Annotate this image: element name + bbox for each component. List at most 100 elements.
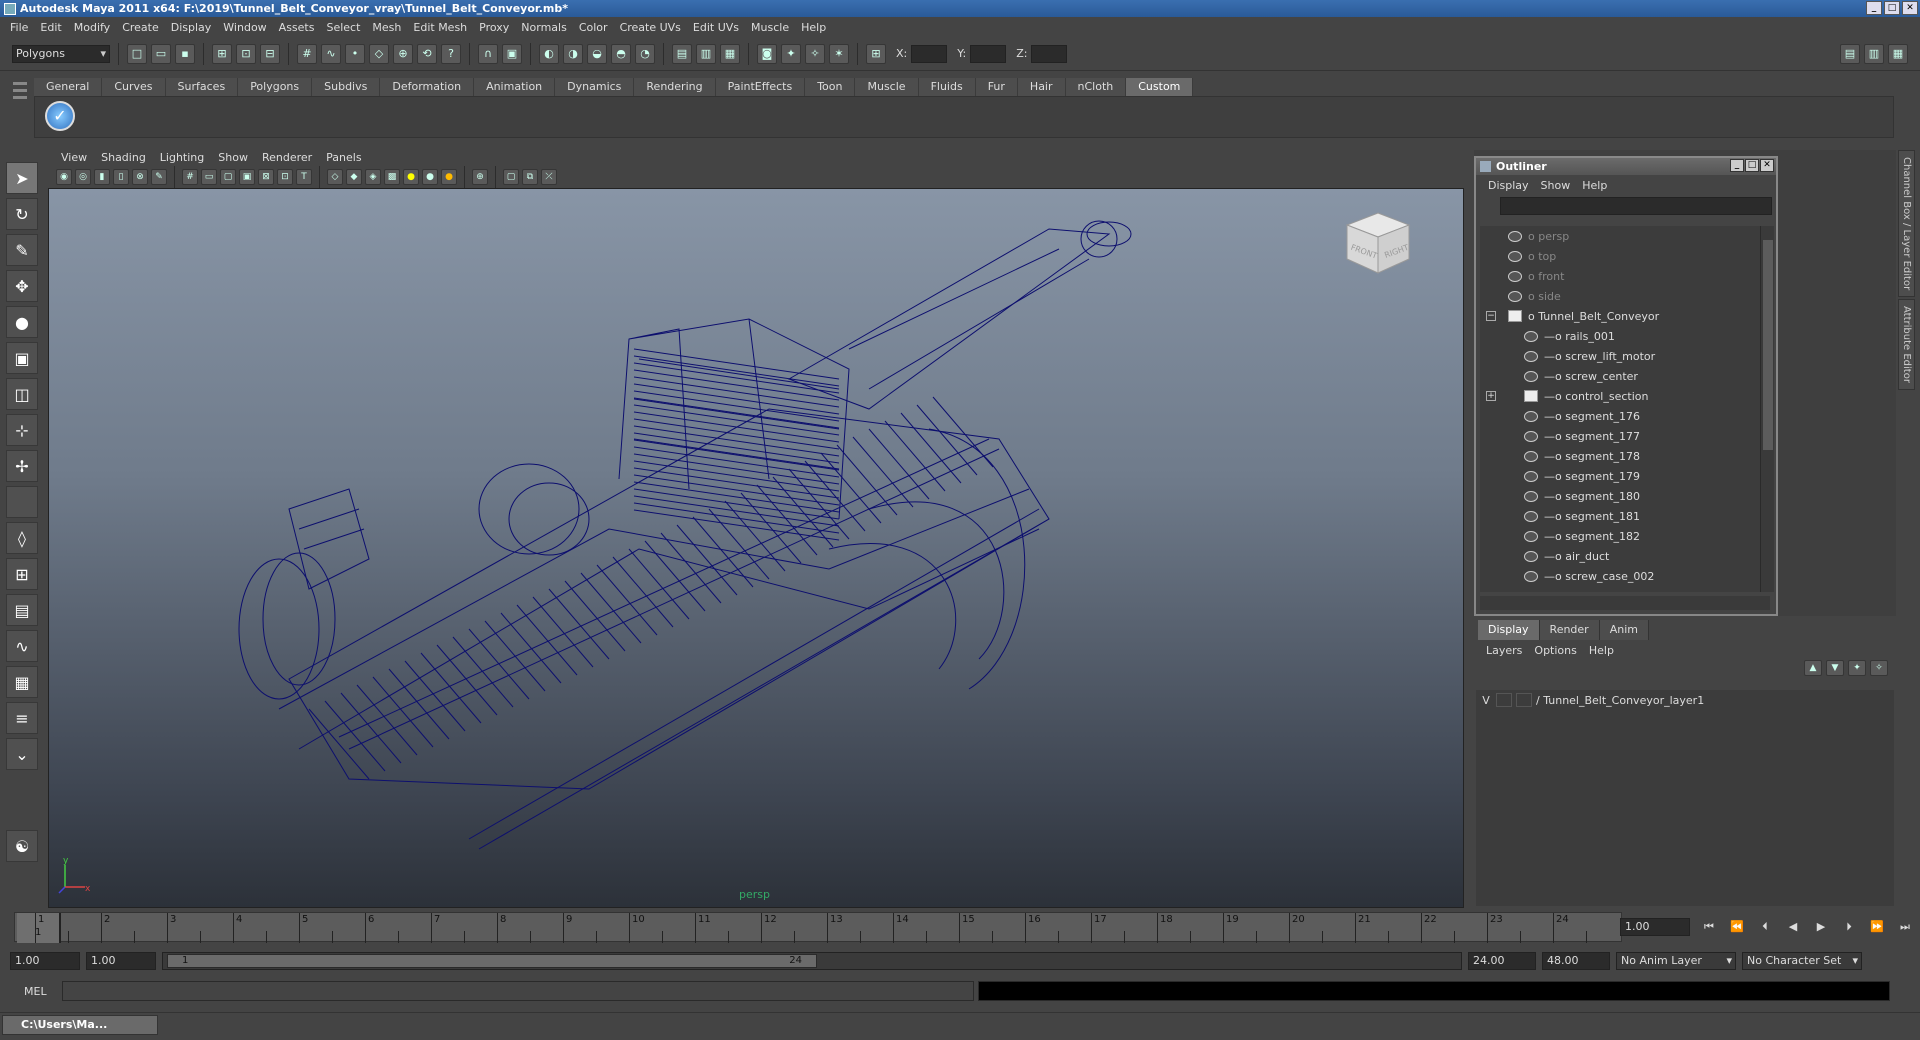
outliner-close-button[interactable]: ✕: [1760, 159, 1774, 172]
outliner-item[interactable]: − o Tunnel_Belt_Conveyor: [1480, 306, 1760, 326]
maximize-button[interactable]: □: [1884, 1, 1900, 15]
menu-mesh[interactable]: Mesh: [366, 21, 407, 34]
channel-box-toggle-icon[interactable]: ▦: [1888, 43, 1908, 64]
step-back-key-icon[interactable]: ⏴: [1754, 918, 1776, 936]
viewport-menu-lighting[interactable]: Lighting: [153, 151, 211, 164]
shelf-tab-rendering[interactable]: Rendering: [634, 78, 716, 96]
render-frame-icon[interactable]: ◐: [539, 43, 559, 64]
layer-tab-render[interactable]: Render: [1539, 620, 1600, 640]
minimized-window-button[interactable]: C:\Users\Ma...: [2, 1015, 158, 1035]
layer-menu-layers[interactable]: Layers: [1480, 644, 1528, 657]
command-language-label[interactable]: MEL: [10, 985, 58, 998]
playback-start-field[interactable]: 1.00: [86, 952, 156, 970]
menu-edit-mesh[interactable]: Edit Mesh: [407, 21, 473, 34]
menu-normals[interactable]: Normals: [515, 21, 573, 34]
move-layer-up-icon[interactable]: ▲: [1804, 660, 1822, 676]
checkmark-shelf-icon[interactable]: ✓: [45, 101, 75, 131]
history-icon[interactable]: ⟲: [417, 43, 437, 64]
select-camera-icon[interactable]: ◉: [56, 169, 72, 185]
side-tab-channel-box-layer-editor[interactable]: Channel Box / Layer Editor: [1898, 150, 1915, 298]
command-input[interactable]: [61, 981, 974, 1001]
input-line-icon[interactable]: ▤: [672, 43, 692, 64]
lights-icon[interactable]: ✦: [781, 43, 801, 64]
shelf-tab-dynamics[interactable]: Dynamics: [555, 78, 635, 96]
isolate-select-icon[interactable]: ⊕: [472, 169, 488, 185]
menu-create[interactable]: Create: [116, 21, 165, 34]
go-to-start-icon[interactable]: ⏮: [1698, 918, 1720, 936]
universal-manip-icon[interactable]: ◫: [6, 378, 38, 410]
layer-template-toggle[interactable]: [1496, 693, 1512, 707]
layer-tab-anim[interactable]: Anim: [1599, 620, 1649, 640]
transform-field-icon[interactable]: ⊞: [866, 43, 886, 64]
new-layer-selected-icon[interactable]: ✧: [1870, 660, 1888, 676]
outliner-item[interactable]: —o air_duct: [1480, 546, 1760, 566]
shelf-tab-subdivs[interactable]: Subdivs: [312, 78, 381, 96]
play-backward-icon[interactable]: ◀: [1782, 918, 1804, 936]
tool-settings-toggle-icon[interactable]: ▥: [1864, 43, 1884, 64]
layer-color-swatch[interactable]: [1516, 693, 1532, 707]
show-manip-icon[interactable]: ✢: [6, 450, 38, 482]
expand-toggle-icon[interactable]: +: [1486, 391, 1496, 401]
menu-create-uvs[interactable]: Create UVs: [614, 21, 687, 34]
menu-window[interactable]: Window: [217, 21, 272, 34]
shelf-tab-hair[interactable]: Hair: [1017, 78, 1066, 96]
hypershade-icon[interactable]: ◓: [611, 43, 631, 64]
playback-end-field[interactable]: 24.00: [1468, 952, 1536, 970]
menu-color[interactable]: Color: [573, 21, 614, 34]
save-scene-icon[interactable]: ▪: [175, 43, 195, 64]
outliner-item[interactable]: —o segment_179: [1480, 466, 1760, 486]
shelf-tab-toon[interactable]: Toon: [805, 78, 856, 96]
hypershade-layout-icon[interactable]: ▦: [6, 666, 38, 698]
menu-modify[interactable]: Modify: [68, 21, 116, 34]
menu-proxy[interactable]: Proxy: [473, 21, 515, 34]
snap-plane-icon[interactable]: ◇: [369, 43, 389, 64]
time-slider[interactable]: 1 1 2 3 4 5 6 7 8 9 10 11 12 13 14 15 16 17 18 19 20 21 22 23 2…: [14, 912, 1622, 943]
paint-select-tool-icon[interactable]: ✎: [6, 234, 38, 266]
y-field[interactable]: [970, 44, 1007, 63]
outliner-maximize-button[interactable]: □: [1745, 159, 1759, 172]
help-icon[interactable]: ?: [441, 43, 461, 64]
select-hierarchy-icon[interactable]: ⊞: [212, 43, 232, 64]
lasso-tool-icon[interactable]: ↻: [6, 198, 38, 230]
outliner-item[interactable]: —o segment_182: [1480, 526, 1760, 546]
viewport-menu-shading[interactable]: Shading: [94, 151, 153, 164]
shadows-icon[interactable]: ●: [441, 169, 457, 185]
outliner-hscrollbar[interactable]: [1480, 596, 1770, 610]
textured-icon[interactable]: ▩: [384, 169, 400, 185]
render-view-icon[interactable]: ▣: [502, 43, 522, 64]
all-lights-icon[interactable]: ●: [422, 169, 438, 185]
graph-persp-layout-icon[interactable]: ∿: [6, 630, 38, 662]
play-forward-icon[interactable]: ▶: [1810, 918, 1832, 936]
shelf-tab-polygons[interactable]: Polygons: [238, 78, 313, 96]
rotate-tool-icon[interactable]: ●: [6, 306, 38, 338]
step-forward-key-icon[interactable]: ⏵: [1838, 918, 1860, 936]
current-frame-field[interactable]: 1.00: [1620, 918, 1690, 936]
layer-menu-options[interactable]: Options: [1528, 644, 1582, 657]
shelf-tab-curves[interactable]: Curves: [102, 78, 166, 96]
vray-icon[interactable]: ◔: [635, 43, 655, 64]
four-pane-layout-icon[interactable]: ⊞: [6, 558, 38, 590]
range-slider-thumb[interactable]: 1 24: [167, 954, 817, 968]
step-back-icon[interactable]: ⏪: [1726, 918, 1748, 936]
outliner-minimize-button[interactable]: _: [1730, 159, 1744, 172]
bookmark-icon[interactable]: ▮: [94, 169, 110, 185]
image-plane-icon[interactable]: ▯: [113, 169, 129, 185]
fx-icon[interactable]: ✧: [805, 43, 825, 64]
viewport-menu-show[interactable]: Show: [211, 151, 255, 164]
shelf-tab-general[interactable]: General: [34, 78, 103, 96]
menu-file[interactable]: File: [4, 21, 34, 34]
menu-set-dropdown[interactable]: Polygons: [12, 44, 110, 63]
snap-grid-icon[interactable]: #: [297, 43, 317, 64]
outliner-item[interactable]: o side: [1480, 286, 1760, 306]
z-field[interactable]: [1031, 44, 1068, 63]
shelf-tab-deformation[interactable]: Deformation: [380, 78, 475, 96]
layout-icon[interactable]: ▦: [720, 43, 740, 64]
viewport-menu-view[interactable]: View: [54, 151, 94, 164]
last-tool-icon[interactable]: [6, 486, 38, 518]
outliner-persp-layout-icon[interactable]: ▤: [6, 594, 38, 626]
view-cube[interactable]: FRONT RIGHT: [1343, 209, 1413, 279]
outliner-vscrollbar[interactable]: [1760, 226, 1774, 592]
range-slider[interactable]: 1 24: [162, 952, 1462, 970]
menu-help[interactable]: Help: [795, 21, 832, 34]
layer-row[interactable]: V / Tunnel_Belt_Conveyor_layer1: [1476, 690, 1894, 710]
